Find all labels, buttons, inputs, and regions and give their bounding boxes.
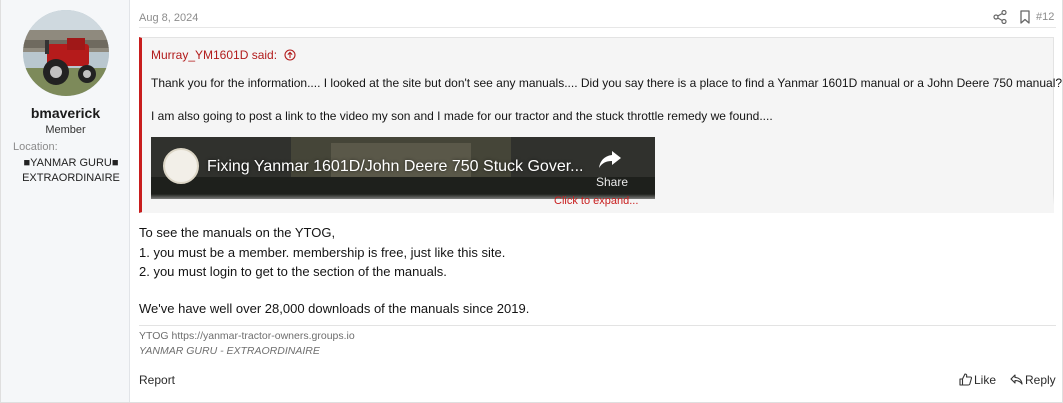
quote-author-label: Murray_YM1601D said: (151, 48, 278, 62)
username-link[interactable]: bmaverick (1, 105, 130, 121)
location-label: Location: (13, 141, 58, 153)
click-to-expand-link[interactable]: Click to expand... (554, 195, 638, 207)
body-line-3: 2. you must login to get to the section … (139, 264, 447, 279)
post-body: To see the manuals on the YTOG, 1. you m… (139, 223, 529, 318)
like-label: Like (974, 373, 997, 387)
tractor-avatar-image (23, 10, 109, 96)
avatar[interactable] (23, 10, 109, 96)
video-share-label[interactable]: Share (596, 175, 628, 189)
location-line-1: ■YANMAR GURU■ (23, 157, 119, 169)
bookmark-icon[interactable] (1019, 10, 1031, 24)
post-date-link[interactable]: Aug 8, 2024 (139, 12, 198, 24)
channel-logo (163, 148, 199, 184)
quote-text-line-2: I am also going to post a link to the vi… (151, 109, 773, 123)
user-title: Member (45, 124, 86, 136)
quote-text-line-1: Thank you for the information.... I look… (151, 76, 1063, 90)
arrow-up-circle-icon[interactable] (284, 49, 296, 61)
video-share-arrow-icon[interactable] (598, 149, 622, 169)
signature-line-1: YTOG https://yanmar-tractor-owners.group… (139, 330, 355, 342)
body-line-2: 1. you must be a member. membership is f… (139, 244, 506, 260)
share-icon[interactable] (993, 10, 1007, 24)
video-embed[interactable]: Fixing Yanmar 1601D/John Deere 750 Stuck… (151, 137, 655, 199)
forum-post: bmaverick Member Location: ■YANMAR GURU■… (0, 0, 1063, 403)
like-button[interactable]: Like (959, 373, 996, 387)
location-value: ■YANMAR GURU■ EXTRAORDINAIRE (15, 156, 127, 186)
thumbs-up-icon (959, 373, 972, 386)
reply-button[interactable]: Reply (1010, 373, 1056, 387)
reply-arrow-icon (1010, 374, 1023, 385)
user-info-panel: bmaverick Member Location: ■YANMAR GURU■… (1, 0, 130, 402)
signature-line-2: YANMAR GURU - EXTRAORDINAIRE (139, 345, 320, 357)
post-number-link[interactable]: #12 (1036, 11, 1054, 23)
report-link[interactable]: Report (139, 373, 175, 387)
post-header: Aug 8, 2024 #12 (139, 0, 1056, 28)
location-line-2: EXTRAORDINAIRE (22, 172, 120, 184)
video-title[interactable]: Fixing Yanmar 1601D/John Deere 750 Stuck… (207, 158, 584, 176)
signature: YTOG https://yanmar-tractor-owners.group… (139, 325, 1056, 357)
body-line-4: We've have well over 28,000 downloads of… (139, 300, 530, 316)
body-line-1: To see the manuals on the YTOG, (139, 225, 336, 240)
reply-label: Reply (1025, 373, 1056, 387)
quote-block: Murray_YM1601D said: Thank you for the i… (139, 37, 1062, 213)
quote-author[interactable]: Murray_YM1601D said: (151, 48, 296, 62)
post-main: Aug 8, 2024 #12 Murray_YM1601D said: Tha… (131, 0, 1063, 402)
